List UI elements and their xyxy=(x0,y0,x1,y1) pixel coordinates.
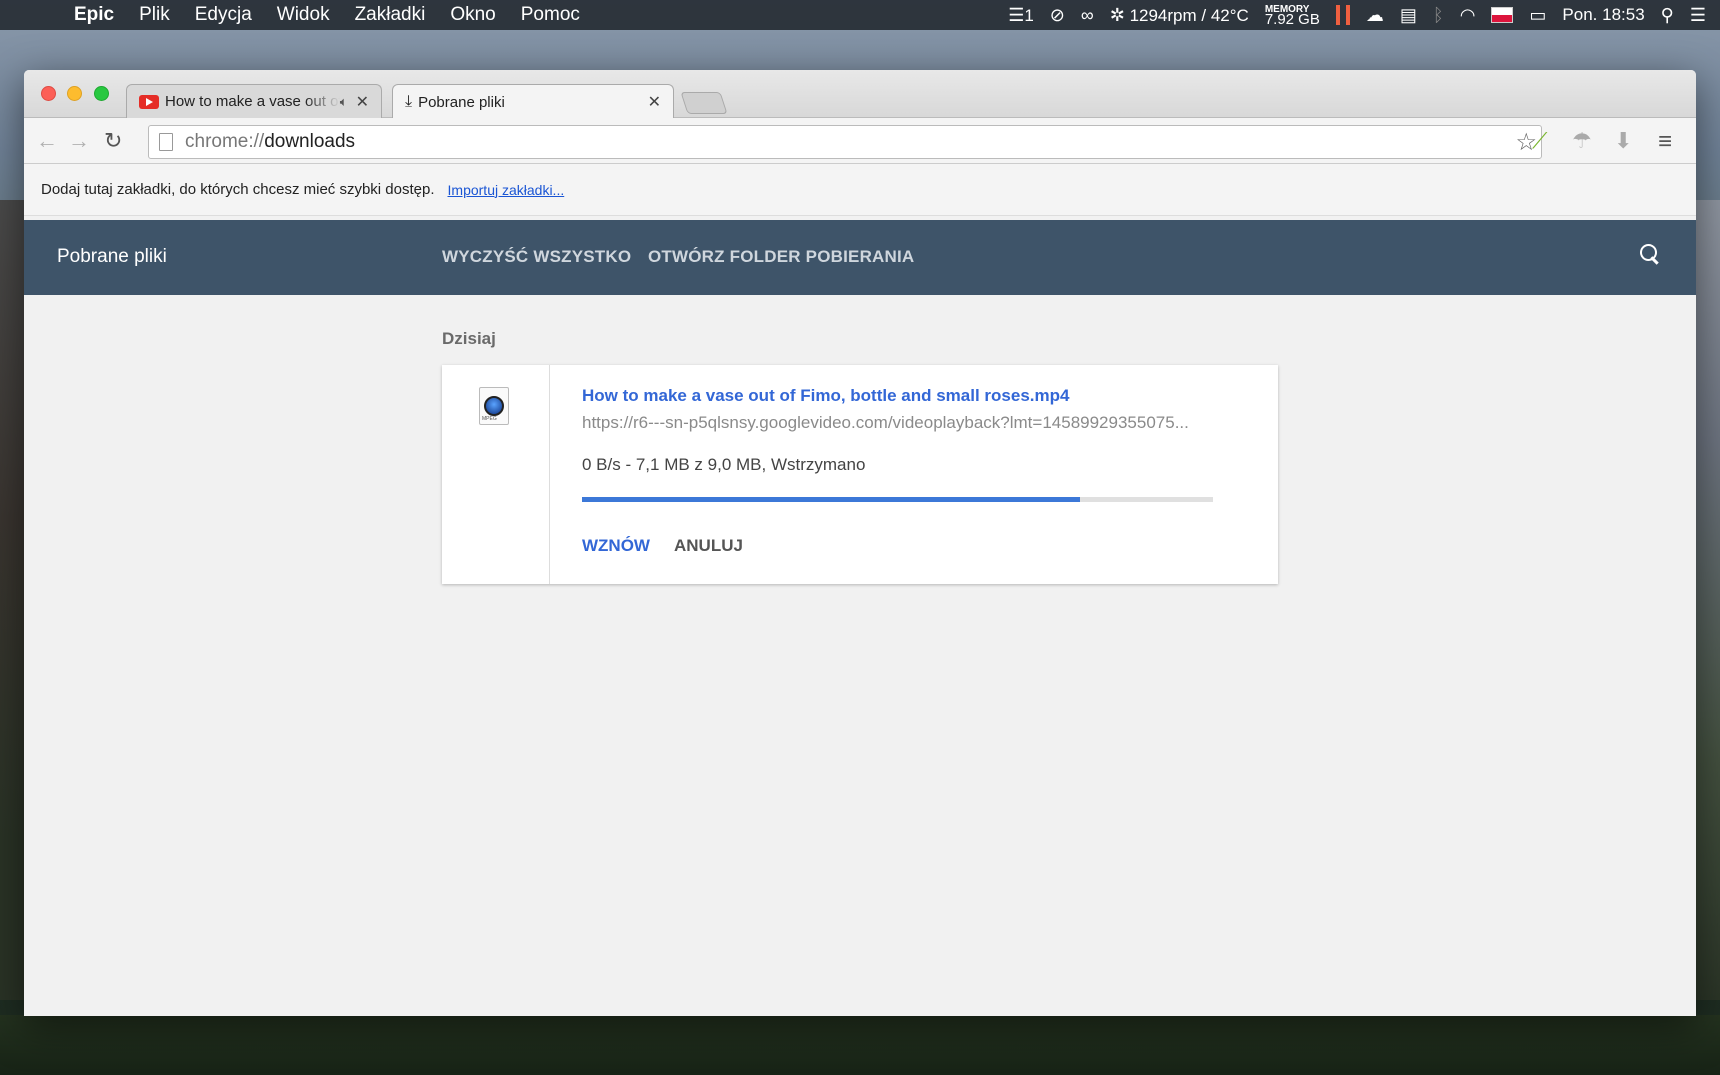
fan-icon: ✲ xyxy=(1109,4,1125,25)
download-icon: ⤓ xyxy=(405,93,413,110)
download-progress-fill xyxy=(582,497,1081,502)
menu-zakladki[interactable]: Zakładki xyxy=(355,4,426,26)
extension-download-icon[interactable]: ⬇ xyxy=(1614,128,1632,154)
extension-umbrella-icon[interactable]: ☂ xyxy=(1572,128,1592,154)
menu-bar-status-area: ☰1 ⊘ ∞ ✲ 1294rpm / 42°C MEMORY 7.92 GB ☁… xyxy=(1008,0,1706,30)
new-tab-button[interactable] xyxy=(680,92,728,114)
memory-status[interactable]: MEMORY 7.92 GB xyxy=(1264,5,1320,28)
menu-pomoc[interactable]: Pomoc xyxy=(521,4,580,26)
resume-button[interactable]: WZNÓW xyxy=(582,536,650,556)
download-item: MPEG How to make a vase out of Fimo, bot… xyxy=(442,365,1278,584)
menu-okno[interactable]: Okno xyxy=(450,4,495,26)
bookmarks-hint: Dodaj tutaj zakładki, do których chcesz … xyxy=(41,181,435,198)
back-arrow-icon[interactable]: ← xyxy=(36,128,58,154)
downloads-list: Dzisiaj MPEG How to make a vase out of F… xyxy=(24,295,1696,1016)
file-name-link[interactable]: How to make a vase out of Fimo, bottle a… xyxy=(582,386,1069,406)
import-bookmarks-link[interactable]: Importuj zakładki... xyxy=(448,182,565,198)
pause-icon[interactable] xyxy=(1335,5,1350,25)
file-icon-label: MPEG xyxy=(482,416,497,422)
url-scheme: chrome:// xyxy=(185,131,265,152)
desktop-background-right xyxy=(1696,200,1720,1000)
tasks-status[interactable]: ☰1 xyxy=(1008,5,1034,26)
downloads-header: Pobrane pliki WYCZYŚĆ WSZYSTKO OTWÓRZ FO… xyxy=(24,220,1696,295)
download-progress-bar xyxy=(582,497,1213,502)
browser-toolbar: ← → ↻ chrome://downloads ☆ ⟋ ☂ ⬇ ≡ xyxy=(24,118,1696,164)
date-group-label: Dzisiaj xyxy=(442,329,496,348)
window-close-button[interactable] xyxy=(41,86,56,101)
speaker-icon[interactable]: 🔈︎ xyxy=(340,94,348,110)
desktop-background-left xyxy=(0,200,26,1000)
menu-app-name[interactable]: Epic xyxy=(74,4,114,26)
memory-value: 7.92 GB xyxy=(1264,11,1320,28)
desktop-background-bottom xyxy=(0,1015,1720,1075)
clock[interactable]: Pon. 18:53 xyxy=(1562,5,1644,25)
window-maximize-button[interactable] xyxy=(94,86,109,101)
creative-cloud-icon[interactable]: ∞ xyxy=(1081,5,1094,26)
battery-icon[interactable]: ▭ xyxy=(1529,5,1546,26)
file-source-url[interactable]: https://r6---sn-p5qlsnsy.googlevideo.com… xyxy=(582,413,1222,433)
tab-downloads[interactable]: ⤓ Pobrane pliki ✕ xyxy=(392,84,674,119)
tab-close-icon[interactable]: ✕ xyxy=(648,92,661,112)
tab-title: Pobrane pliki xyxy=(418,93,505,111)
address-bar[interactable]: chrome://downloads ☆ xyxy=(148,125,1542,159)
tab-youtube[interactable]: How to make a vase out of Fimo, bottle a… xyxy=(126,84,382,118)
window-minimize-button[interactable] xyxy=(67,86,82,101)
youtube-icon xyxy=(139,94,159,109)
download-status: 0 B/s - 7,1 MB z 9,0 MB, Wstrzymano xyxy=(582,455,866,474)
spotlight-search-icon[interactable]: ⚲ xyxy=(1661,5,1674,26)
menu-bar: Epic Plik Edycja Widok Zakładki Okno Pom… xyxy=(0,0,1720,30)
wifi-icon[interactable]: ◠ xyxy=(1460,5,1476,26)
bookmarks-bar: Dodaj tutaj zakładki, do których chcesz … xyxy=(24,164,1696,216)
search-icon[interactable] xyxy=(1640,244,1662,266)
clear-all-button[interactable]: WYCZYŚĆ WSZYSTKO xyxy=(442,247,631,267)
menu-plik[interactable]: Plik xyxy=(139,4,170,26)
mpeg-file-icon[interactable]: MPEG xyxy=(479,387,509,425)
sync-icon[interactable]: ⊘ xyxy=(1050,5,1065,26)
url-host: downloads xyxy=(264,131,356,152)
browser-window: How to make a vase out of Fimo, bottle a… xyxy=(24,70,1696,1016)
page-icon xyxy=(159,133,173,151)
tasks-badge: 1 xyxy=(1024,5,1034,25)
extension-leaf-icon[interactable]: ⟋ xyxy=(1532,128,1547,154)
tab-title: How to make a vase out of Fimo, bottle a… xyxy=(165,93,340,110)
download-actions: WZNÓW ANULUJ xyxy=(582,536,743,556)
quicktime-logo xyxy=(484,396,504,416)
tab-strip: How to make a vase out of Fimo, bottle a… xyxy=(24,70,1696,119)
reload-icon[interactable]: ↻ xyxy=(104,128,122,154)
cloud-home-icon[interactable]: ☁ xyxy=(1366,5,1384,26)
browser-menu-icon[interactable]: ≡ xyxy=(1658,128,1672,156)
memory-chip-icon[interactable]: ▤ xyxy=(1400,5,1417,26)
page-title: Pobrane pliki xyxy=(57,246,167,267)
cancel-button[interactable]: ANULUJ xyxy=(674,536,743,556)
notification-center-icon[interactable]: ☰ xyxy=(1690,5,1706,26)
fan-temp-readout: 1294rpm / 42°C xyxy=(1129,5,1249,25)
open-downloads-folder-button[interactable]: OTWÓRZ FOLDER POBIERANIA xyxy=(648,247,914,267)
tab-close-icon[interactable]: ✕ xyxy=(356,92,369,112)
menu-edycja[interactable]: Edycja xyxy=(195,4,252,26)
menu-widok[interactable]: Widok xyxy=(277,4,330,26)
checklist-icon: ☰ xyxy=(1008,4,1025,25)
fan-status[interactable]: ✲ 1294rpm / 42°C xyxy=(1110,5,1249,26)
file-icon-column: MPEG xyxy=(442,365,550,584)
forward-arrow-icon[interactable]: → xyxy=(68,128,90,154)
bluetooth-icon[interactable]: ᛒ xyxy=(1433,5,1444,26)
input-language-flag-icon[interactable] xyxy=(1491,7,1514,23)
